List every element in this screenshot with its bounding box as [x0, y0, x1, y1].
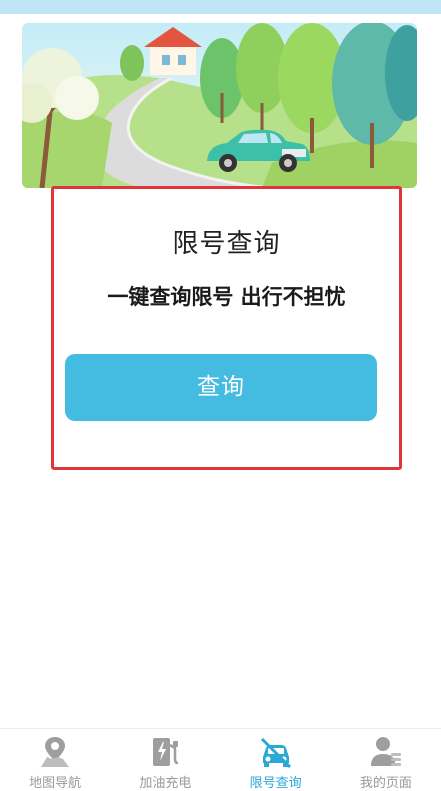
banner-illustration [22, 23, 417, 188]
map-pin-icon [41, 737, 70, 767]
tab-label: 加油充电 [139, 776, 192, 791]
tab-map-navigation[interactable]: 地图导航 [0, 729, 110, 791]
tab-label: 限号查询 [249, 776, 302, 791]
charging-station-icon [153, 738, 179, 766]
tab-my-page[interactable]: 我的页面 [331, 729, 441, 791]
screen: 限号查询 一键查询限号 出行不担忧 查询 地图导航 加油充电 限号查询 我的页面 [0, 0, 441, 791]
restriction-query-card: 限号查询 一键查询限号 出行不担忧 查询 [51, 186, 402, 470]
card-title: 限号查询 [172, 229, 281, 259]
query-button[interactable]: 查询 [65, 354, 377, 421]
tab-plate-restriction[interactable]: 限号查询 [221, 729, 331, 791]
bottom-tab-bar: 地图导航 加油充电 限号查询 我的页面 [0, 728, 441, 791]
tab-fuel-charging[interactable]: 加油充电 [110, 729, 220, 791]
card-subtitle: 一键查询限号 出行不担忧 [107, 285, 346, 309]
car-restriction-icon [260, 737, 291, 769]
user-profile-icon [370, 737, 401, 766]
countryside-car-illustration [22, 23, 417, 188]
tab-label: 我的页面 [359, 776, 412, 791]
tab-label: 地图导航 [29, 776, 82, 791]
status-bar [0, 0, 441, 14]
